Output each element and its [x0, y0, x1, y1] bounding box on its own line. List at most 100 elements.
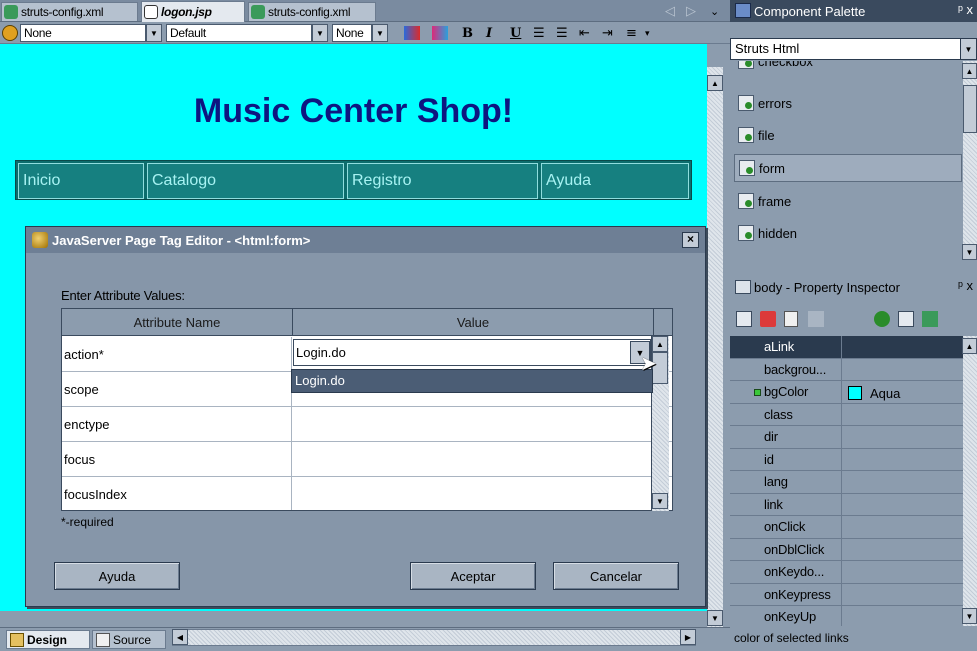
- palette-item-checkbox[interactable]: checkbox: [734, 61, 962, 75]
- attribute-value-cell[interactable]: [292, 442, 653, 476]
- column-header-value[interactable]: Value: [293, 309, 654, 336]
- size-combo[interactable]: None: [332, 24, 372, 42]
- palette-item-file[interactable]: file: [734, 121, 962, 149]
- underline-button[interactable]: U: [510, 26, 521, 41]
- property-value[interactable]: [842, 584, 963, 606]
- nav-cell-inicio[interactable]: Inicio: [18, 163, 144, 199]
- outdent-icon[interactable]: ⇤: [579, 26, 590, 41]
- palette-item-errors[interactable]: errors: [734, 89, 962, 117]
- cancel-button[interactable]: Cancelar: [553, 562, 679, 590]
- column-header-name[interactable]: Attribute Name: [62, 309, 293, 336]
- property-row[interactable]: lang: [730, 471, 963, 494]
- canvas-horizontal-scrollbar[interactable]: ◀ ▶: [172, 629, 696, 646]
- tab-source[interactable]: Source: [92, 630, 166, 649]
- categorized-view-icon[interactable]: [736, 311, 752, 327]
- tab-struts-config-2[interactable]: struts-config.xml: [248, 2, 376, 21]
- tab-design[interactable]: Design: [6, 630, 90, 649]
- chevron-down-icon[interactable]: ▾: [645, 29, 650, 39]
- tab-scroll-left-icon[interactable]: ◁: [665, 3, 675, 19]
- property-value[interactable]: [842, 404, 963, 426]
- scroll-up-icon[interactable]: ▲: [962, 338, 977, 354]
- nav-cell-ayuda[interactable]: Ayuda: [541, 163, 689, 199]
- palette-item-frame[interactable]: frame: [734, 187, 962, 215]
- page-title[interactable]: Music Center Shop!: [0, 92, 707, 131]
- scroll-up-icon[interactable]: ▲: [962, 63, 977, 79]
- chevron-down-icon[interactable]: ▼: [146, 24, 162, 42]
- scroll-up-icon[interactable]: ▲: [652, 336, 668, 352]
- property-row[interactable]: onClick: [730, 516, 963, 539]
- scroll-down-icon[interactable]: ▼: [652, 493, 668, 509]
- nav-cell-catalogo[interactable]: Catalogo: [147, 163, 344, 199]
- table-row[interactable]: focus: [62, 442, 672, 477]
- text-color-icon[interactable]: [404, 26, 420, 40]
- property-row[interactable]: aLink: [730, 336, 963, 359]
- table-row[interactable]: focusIndex: [62, 477, 672, 510]
- scroll-right-icon[interactable]: ▶: [680, 629, 696, 645]
- chevron-down-icon[interactable]: ▼: [372, 24, 388, 42]
- edit-property-icon[interactable]: [760, 311, 776, 327]
- property-value[interactable]: [842, 426, 963, 448]
- property-row[interactable]: class: [730, 403, 963, 426]
- dialog-title-bar[interactable]: JavaServer Page Tag Editor - <html:form>…: [26, 227, 705, 253]
- action-value-input[interactable]: Login.do: [293, 339, 651, 366]
- page-nav-table[interactable]: Inicio Catalogo Registro Ayuda: [15, 160, 692, 200]
- property-row[interactable]: onKeypress: [730, 583, 963, 606]
- tree-icon[interactable]: [922, 311, 938, 327]
- property-row[interactable]: onDblClick: [730, 538, 963, 561]
- attribute-value-cell[interactable]: Login.do ▼: [292, 337, 653, 371]
- tab-logon-jsp[interactable]: logon.jsp: [141, 1, 245, 22]
- property-row[interactable]: bgColor Aqua: [730, 381, 963, 404]
- property-value[interactable]: [842, 359, 963, 381]
- property-value[interactable]: [842, 561, 963, 583]
- tab-struts-config-1[interactable]: struts-config.xml: [1, 2, 138, 21]
- accept-button[interactable]: Aceptar: [410, 562, 536, 590]
- highlight-color-icon[interactable]: [432, 26, 448, 40]
- property-value[interactable]: [842, 539, 963, 561]
- table-row[interactable]: action* Login.do ▼: [62, 337, 672, 372]
- palette-item-hidden[interactable]: hidden: [734, 219, 962, 247]
- chevron-down-icon[interactable]: ▼: [312, 24, 328, 42]
- property-row[interactable]: link: [730, 493, 963, 516]
- property-value[interactable]: [842, 516, 963, 538]
- tab-scroll-right-icon[interactable]: ▷: [686, 3, 696, 19]
- property-value[interactable]: [842, 606, 963, 626]
- copy-icon[interactable]: [898, 311, 914, 327]
- property-row[interactable]: id: [730, 448, 963, 471]
- pin-close-icon[interactable]: ᵖ x: [958, 278, 973, 293]
- tab-list-icon[interactable]: ⌄: [710, 5, 719, 18]
- property-value[interactable]: [842, 471, 963, 493]
- italic-button[interactable]: I: [486, 26, 492, 41]
- property-value[interactable]: [842, 336, 963, 358]
- property-row[interactable]: dir: [730, 426, 963, 449]
- palette-scrollbar[interactable]: ▲ ▼: [962, 61, 977, 260]
- tool-icon[interactable]: [874, 311, 890, 327]
- unordered-list-icon[interactable]: ☰: [556, 26, 568, 41]
- style-wizard-icon[interactable]: [2, 25, 18, 41]
- canvas-vertical-scrollbar[interactable]: ▲ ▼: [707, 67, 723, 627]
- attribute-value-cell[interactable]: [292, 407, 653, 441]
- table-row[interactable]: enctype: [62, 407, 672, 442]
- property-row[interactable]: onKeydo...: [730, 561, 963, 584]
- scrollbar-thumb[interactable]: [963, 85, 977, 133]
- font-combo[interactable]: Default: [166, 24, 312, 42]
- ordered-list-icon[interactable]: ☰: [533, 26, 545, 41]
- close-icon[interactable]: ×: [682, 232, 699, 248]
- property-row[interactable]: backgrou...: [730, 358, 963, 381]
- property-value-cell[interactable]: Aqua: [842, 381, 963, 403]
- scroll-down-icon[interactable]: ▼: [962, 244, 977, 260]
- scroll-up-icon[interactable]: ▲: [707, 75, 723, 91]
- help-button[interactable]: Ayuda: [54, 562, 180, 590]
- property-table-scrollbar[interactable]: ▲ ▼: [962, 336, 977, 626]
- value-dropdown-option[interactable]: Login.do: [291, 369, 653, 393]
- align-icon[interactable]: ≡: [626, 26, 637, 41]
- properties-icon[interactable]: [784, 311, 798, 327]
- attribute-value-cell[interactable]: [292, 477, 653, 510]
- style-combo[interactable]: None: [20, 24, 146, 42]
- palette-category-select[interactable]: Struts Html ▼: [730, 38, 977, 60]
- property-row[interactable]: onKeyUp: [730, 606, 963, 626]
- property-value[interactable]: [842, 449, 963, 471]
- pin-close-icon[interactable]: ᵖ x: [958, 2, 973, 17]
- property-value[interactable]: [842, 494, 963, 516]
- chevron-down-icon[interactable]: ▼: [960, 39, 976, 59]
- scroll-down-icon[interactable]: ▼: [707, 610, 723, 626]
